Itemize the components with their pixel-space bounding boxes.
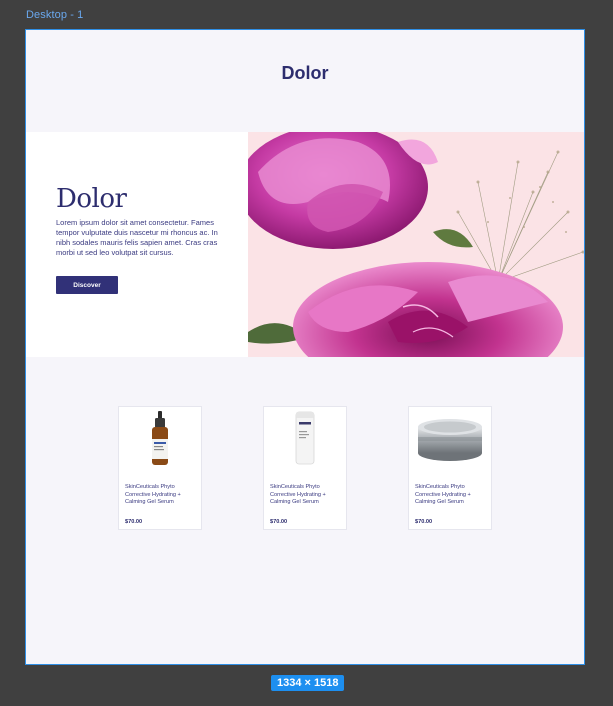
page-title: Dolor <box>281 63 329 83</box>
product-card[interactable]: SkinCeuticals Phyto Corrective Hydrating… <box>408 406 492 530</box>
product-image <box>409 407 491 475</box>
product-image <box>119 407 201 475</box>
dropper-bottle-icon <box>152 411 168 465</box>
product-price: $70.00 <box>270 519 288 525</box>
product-image <box>264 407 346 475</box>
product-grid: SkinCeuticals Phyto Corrective Hydrating… <box>26 406 584 532</box>
cream-jar-icon <box>418 419 482 461</box>
hero-body-text: Lorem ipsum dolor sit amet consectetur. … <box>56 218 218 257</box>
peony-flower-image <box>248 132 584 357</box>
hero-image <box>248 132 584 357</box>
product-name: SkinCeuticals Phyto Corrective Hydrating… <box>270 484 326 505</box>
product-name: SkinCeuticals Phyto Corrective Hydrating… <box>125 484 181 505</box>
product-card[interactable]: SkinCeuticals Phyto Corrective Hydrating… <box>263 406 347 530</box>
hero-heading: Dolor <box>56 184 127 214</box>
discover-button[interactable]: Discover <box>56 276 118 294</box>
desktop-frame[interactable]: Dolor Dolor Lorem ipsum dolor sit amet c… <box>25 29 585 665</box>
product-price: $70.00 <box>125 519 143 525</box>
product-price: $70.00 <box>415 519 433 525</box>
hero-text-panel: Dolor Lorem ipsum dolor sit amet consect… <box>26 132 248 357</box>
pump-bottle-icon <box>295 411 315 465</box>
product-card[interactable]: SkinCeuticals Phyto Corrective Hydrating… <box>118 406 202 530</box>
hero-section: Dolor Lorem ipsum dolor sit amet consect… <box>26 132 584 357</box>
frame-label[interactable]: Desktop - 1 <box>26 9 83 21</box>
product-name: SkinCeuticals Phyto Corrective Hydrating… <box>415 484 471 505</box>
canvas-size-badge: 1334 × 1518 <box>271 675 345 691</box>
